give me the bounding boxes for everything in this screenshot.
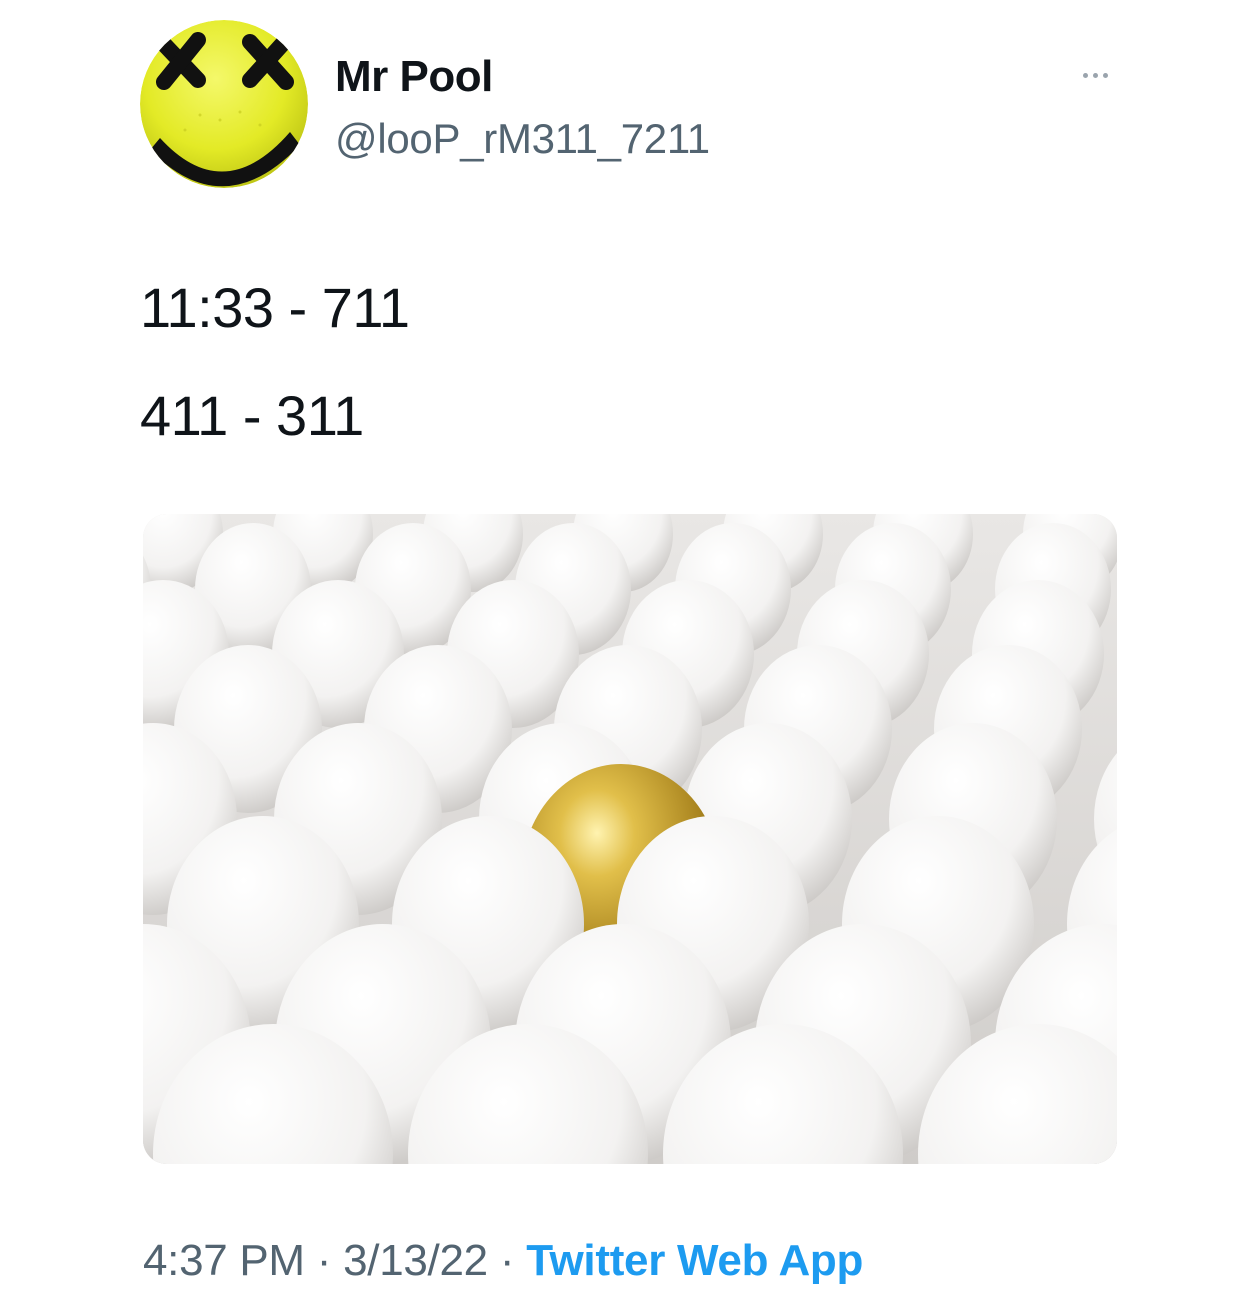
golden-egg-image xyxy=(143,514,1117,1164)
tweet-text-line: 11:33 - 711 xyxy=(140,276,410,339)
tweet-date[interactable]: 3/13/22 xyxy=(343,1236,488,1285)
meta-separator: · xyxy=(499,1236,515,1285)
author-display-name[interactable]: Mr Pool xyxy=(335,52,493,102)
more-options-button[interactable] xyxy=(1070,55,1120,95)
smiley-avatar-icon xyxy=(140,20,308,188)
author-handle[interactable]: @looP_rM311_7211 xyxy=(335,115,710,163)
more-dots-icon-dot xyxy=(1102,72,1108,78)
avatar[interactable] xyxy=(140,20,308,188)
meta-separator: · xyxy=(316,1236,332,1285)
tweet: Mr Pool @looP_rM311_7211 11:33 - 711 411… xyxy=(0,0,1251,1309)
tweet-meta: 4:37 PM · 3/13/22 · Twitter Web App xyxy=(143,1236,863,1286)
tweet-media-image[interactable] xyxy=(143,514,1117,1164)
tweet-time[interactable]: 4:37 PM xyxy=(143,1236,305,1285)
more-dots-icon xyxy=(1082,72,1088,78)
tweet-text-line: 411 - 311 xyxy=(140,384,364,447)
more-dots-icon-dot xyxy=(1092,72,1098,78)
tweet-source-link[interactable]: Twitter Web App xyxy=(526,1236,863,1285)
